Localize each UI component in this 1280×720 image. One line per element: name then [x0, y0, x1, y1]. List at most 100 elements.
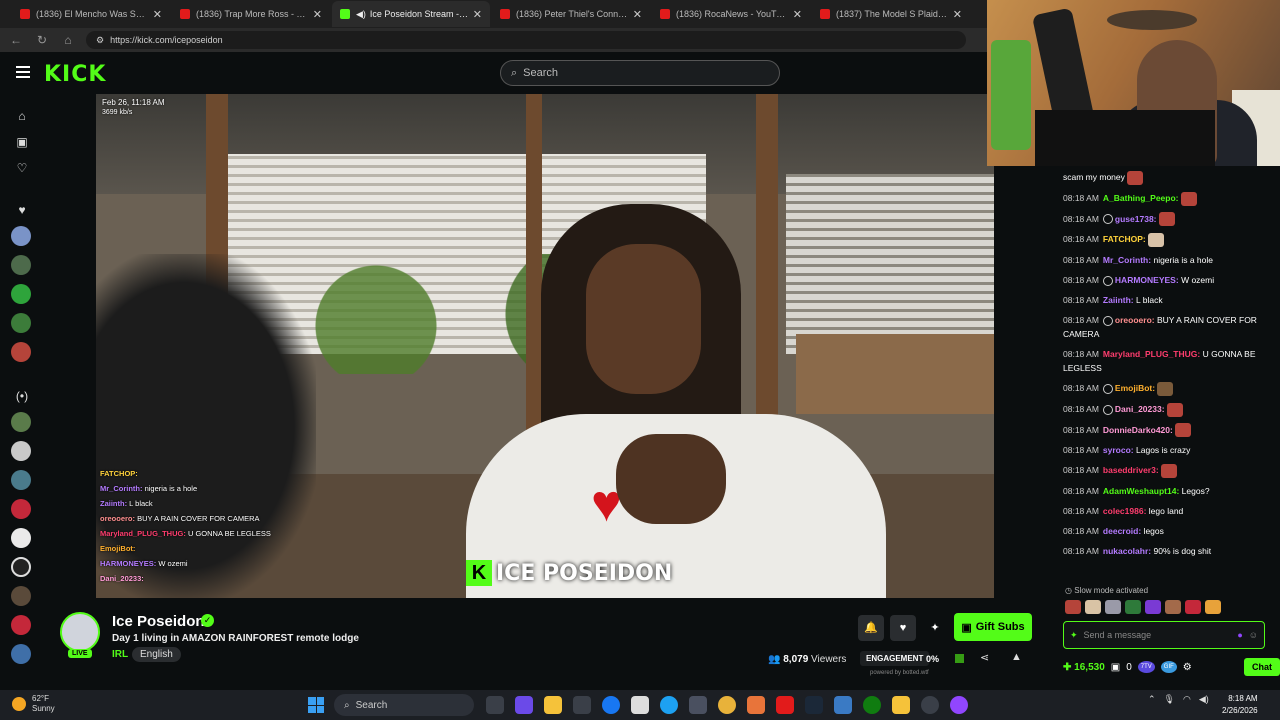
video-player[interactable]: ♥ Feb 26, 11:18 AM 3699 kb/s FATCHOP: Mr… — [96, 94, 994, 598]
message-user[interactable]: Zaiinth: — [1103, 295, 1134, 305]
chat-messages[interactable]: scam my money 08:18 AM A_Bathing_Peepo: 0… — [1055, 166, 1280, 582]
streamer-name[interactable]: Ice Poseidon — [112, 613, 205, 630]
channel-avatar[interactable] — [11, 226, 31, 246]
heart-icon[interactable]: ♥ — [12, 200, 32, 220]
gift-subs-button[interactable]: ▣ Gift Subs — [954, 613, 1032, 641]
volume-icon[interactable]: ◀) — [1199, 694, 1209, 705]
emote-icon[interactable] — [1145, 600, 1161, 614]
home-icon[interactable]: ⌂ — [60, 32, 76, 48]
message-user[interactable]: DonnieDarko420: — [1103, 425, 1173, 435]
channel-avatar[interactable] — [11, 528, 31, 548]
browse-icon[interactable]: ▣ — [12, 132, 32, 152]
following-icon[interactable]: ♡ — [12, 158, 32, 178]
send-chat-button[interactable]: Chat — [1244, 658, 1280, 676]
file-explorer-icon[interactable] — [544, 696, 562, 714]
category-link[interactable]: IRL — [112, 649, 128, 660]
browser-tab[interactable]: (1837) The Model S Plaid Walked ✕ — [812, 1, 970, 27]
message-user[interactable]: Mr_Corinth: — [1103, 255, 1151, 265]
close-icon[interactable]: ✕ — [633, 8, 642, 21]
channel-points[interactable]: ✚ 16,530 — [1063, 662, 1105, 673]
app-icon[interactable] — [950, 696, 968, 714]
message-user[interactable]: HARMONEYES: — [1115, 275, 1179, 285]
facebook-icon[interactable] — [602, 696, 620, 714]
notification-bell-button[interactable]: 🔔 — [858, 615, 884, 641]
weather-widget[interactable]: 62°F Sunny — [12, 694, 55, 714]
message-user[interactable]: FATCHOP: — [1103, 234, 1146, 244]
live-icon[interactable]: (•) — [12, 386, 32, 406]
7tv-icon[interactable]: 7TV — [1137, 661, 1155, 673]
start-button[interactable] — [308, 697, 324, 713]
emote-icon[interactable] — [1085, 600, 1101, 614]
message-user[interactable]: oreooero: — [1115, 315, 1155, 325]
channel-avatar[interactable] — [11, 284, 31, 304]
message-user[interactable]: Maryland_PLUG_THUG: — [1103, 349, 1200, 359]
message-user[interactable]: AdamWeshaupt14: — [1103, 486, 1179, 496]
share-icon[interactable]: ⋖ — [980, 651, 989, 664]
browser-tab[interactable]: (1836) Trap More Ross - YouTube ✕ — [172, 1, 330, 27]
chrome-icon[interactable] — [718, 696, 736, 714]
wifi-icon[interactable]: ◠ — [1183, 694, 1191, 705]
browser-tab-active[interactable]: ◀)Ice Poseidon Stream - Watch ✕ — [332, 1, 490, 27]
message-user[interactable]: baseddriver3: — [1103, 465, 1159, 475]
channel-avatar[interactable] — [11, 255, 31, 275]
app-icon[interactable] — [892, 696, 910, 714]
task-view-icon[interactable] — [486, 696, 504, 714]
close-icon[interactable]: ✕ — [313, 8, 322, 21]
message-user[interactable]: syroco: — [1103, 445, 1134, 455]
channel-avatar[interactable] — [11, 470, 31, 490]
message-user[interactable]: EmojiBot: — [1115, 383, 1155, 393]
close-icon[interactable]: ✕ — [953, 8, 962, 21]
app-icon[interactable] — [834, 696, 852, 714]
message-user[interactable]: nukacolahr: — [1103, 546, 1151, 556]
emote-icon[interactable] — [1065, 600, 1081, 614]
channel-avatar[interactable] — [11, 499, 31, 519]
streamer-avatar[interactable] — [60, 612, 100, 652]
back-icon[interactable]: ← — [8, 32, 24, 48]
close-icon[interactable]: ✕ — [153, 8, 162, 21]
close-icon[interactable]: ✕ — [793, 8, 802, 21]
message-user[interactable]: guse1738: — [1115, 214, 1157, 224]
app-icon[interactable] — [921, 696, 939, 714]
message-user[interactable]: deecroid: — [1103, 526, 1141, 536]
chat-input[interactable]: ✦ Send a message ● ☺ — [1063, 621, 1265, 649]
message-user[interactable]: Dani_20233: — [1115, 404, 1165, 414]
message-user[interactable]: A_Bathing_Peepo: — [1103, 193, 1179, 203]
taskbar-clock[interactable]: 8:18 AM 2/26/2026 — [1222, 693, 1258, 717]
emote-picker-icon[interactable]: ● — [1237, 630, 1242, 640]
message-user[interactable]: colec1986: — [1103, 506, 1146, 516]
calculator-icon[interactable] — [689, 696, 707, 714]
kick-logo[interactable]: KICK — [44, 62, 106, 87]
steam-icon[interactable] — [805, 696, 823, 714]
gif-icon[interactable]: GIF — [1160, 661, 1177, 673]
site-info-icon[interactable]: ⚙ — [96, 35, 104, 46]
taskbar-search[interactable]: ⌕ Search — [334, 694, 474, 716]
language-tag[interactable]: English — [132, 647, 181, 662]
youtube-icon[interactable] — [776, 696, 794, 714]
sparkle-icon[interactable]: ✦ — [1070, 630, 1078, 641]
emote-icon[interactable] — [1205, 600, 1221, 614]
gear-icon[interactable]: ⚙ — [1183, 662, 1192, 673]
channel-avatar[interactable] — [11, 586, 31, 606]
channel-avatar[interactable] — [11, 557, 31, 577]
edge-icon[interactable] — [660, 696, 678, 714]
emote-icon[interactable] — [1105, 600, 1121, 614]
app-icon[interactable] — [515, 696, 533, 714]
follow-heart-button[interactable]: ♥ — [890, 615, 916, 641]
report-icon[interactable]: ▲ — [1011, 651, 1022, 663]
emote-icon[interactable] — [1165, 600, 1181, 614]
app-icon[interactable] — [573, 696, 591, 714]
amazon-icon[interactable] — [631, 696, 649, 714]
home-icon[interactable]: ⌂ — [12, 106, 32, 126]
gift-icon[interactable]: ▣ — [1111, 662, 1120, 673]
smiley-icon[interactable]: ☺ — [1249, 630, 1258, 640]
sparkle-icon[interactable]: ✦ — [922, 615, 948, 641]
menu-icon[interactable] — [16, 66, 30, 78]
emote-icon[interactable] — [1125, 600, 1141, 614]
channel-avatar[interactable] — [11, 342, 31, 362]
browser-tab[interactable]: (1836) Peter Thiel's Connections To ✕ — [492, 1, 650, 27]
url-field[interactable]: ⚙ https://kick.com/iceposeidon — [86, 31, 966, 49]
emote-icon[interactable] — [1185, 600, 1201, 614]
xbox-icon[interactable] — [863, 696, 881, 714]
channel-avatar[interactable] — [11, 412, 31, 432]
channel-avatar[interactable] — [11, 313, 31, 333]
